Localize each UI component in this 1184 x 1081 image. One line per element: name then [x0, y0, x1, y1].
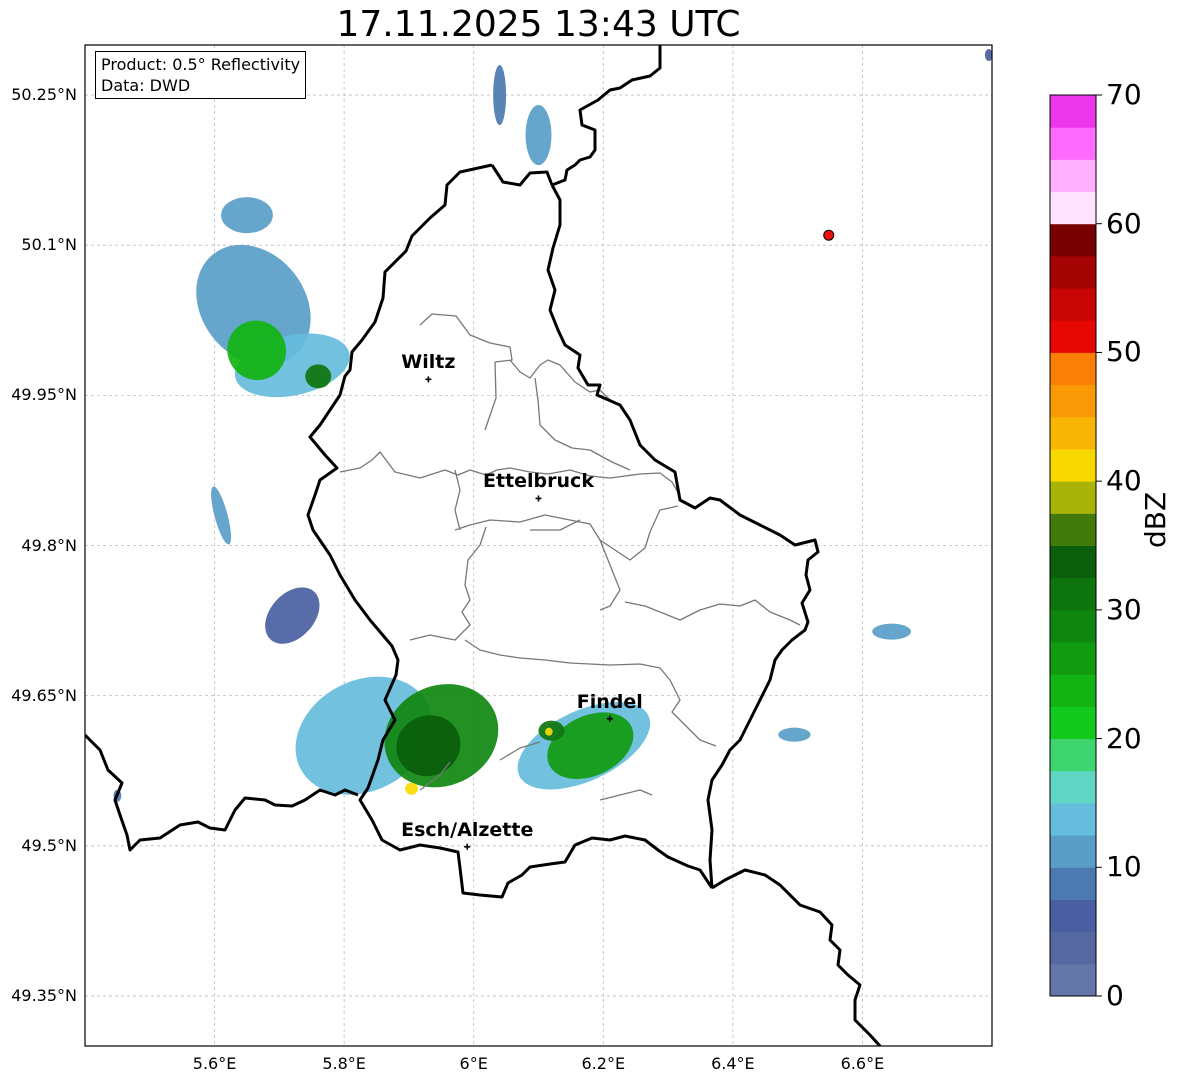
precip-cell [544, 727, 553, 736]
colorbar-segment [1050, 320, 1096, 353]
colorbar-segment [1050, 738, 1096, 772]
colorbar-segment [1050, 288, 1096, 321]
lon-tick-label: 6.6°E [840, 1054, 885, 1073]
city-label: Findel [576, 690, 643, 713]
lat-tick-label: 49.5°N [21, 835, 77, 855]
colorbar-segment [1050, 577, 1096, 611]
graticule [85, 45, 992, 1046]
colorbar-segment [1050, 159, 1096, 193]
precip-cell [211, 486, 232, 545]
colorbar-segment [1050, 770, 1096, 804]
colorbar-segment [1050, 127, 1096, 160]
colorbar-segment [1050, 835, 1096, 868]
country-border-west [85, 163, 714, 899]
lon-tick-label: 6.2°E [581, 1054, 626, 1073]
precip-cell [265, 587, 320, 644]
colorbar-segment [1050, 931, 1096, 965]
lat-tick-label: 50.1°N [21, 235, 77, 255]
colorbar-segment [1050, 416, 1096, 450]
colorbar-segment [1050, 963, 1096, 997]
precip-cell [872, 623, 912, 640]
precip-cell [493, 65, 507, 126]
lon-tick-label: 5.8°E [322, 1054, 366, 1073]
colorbar-segment [1050, 642, 1096, 675]
colorbar-segment [1050, 191, 1096, 225]
colorbar-tick-label: 70 [1106, 78, 1142, 111]
colorbar-segment [1050, 384, 1096, 418]
city-label: Esch/Alzette [401, 818, 534, 841]
colorbar-label: dBZ [1139, 491, 1172, 548]
colorbar-segment [1050, 867, 1096, 900]
colorbar-segment [1050, 899, 1096, 933]
lat-tick-label: 49.65°N [11, 685, 77, 705]
colorbar-segment [1050, 223, 1096, 257]
colorbar-segment [1050, 352, 1096, 386]
colorbar-segment [1050, 609, 1096, 643]
colorbar-segment [1050, 513, 1096, 546]
data-source-label: Data: DWD [101, 76, 191, 95]
colorbar-segment [1050, 448, 1096, 482]
product-info-box: Product: 0.5° Reflectivity Data: DWD [95, 51, 307, 99]
colorbar-segment [1050, 95, 1096, 128]
lat-tick-label: 49.8°N [21, 535, 77, 555]
precip-cell [778, 727, 811, 742]
lon-tick-label: 6.4°E [711, 1054, 755, 1073]
radar-site-marker [823, 229, 835, 241]
city-marker [425, 376, 432, 383]
lat-tick-label: 49.35°N [11, 985, 77, 1005]
colorbar [1049, 94, 1102, 997]
colorbar-segment [1050, 545, 1096, 579]
lat-tick-label: 49.95°N [11, 385, 77, 405]
precip-cell [305, 364, 332, 389]
lon-tick-label: 5.6°E [192, 1054, 237, 1073]
colorbar-segment [1050, 481, 1096, 514]
precip-cell [221, 197, 273, 234]
colorbar-tick-label: 0 [1106, 979, 1124, 1012]
reflectivity-field [113, 49, 992, 802]
colorbar-segment [1050, 802, 1096, 836]
colorbar-segment [1050, 255, 1096, 289]
colorbar-tick-label: 10 [1106, 850, 1142, 884]
colorbar-tick-label: 40 [1106, 464, 1142, 498]
colorbar-segment [1050, 674, 1096, 707]
city-label: Ettelbruck [483, 470, 594, 493]
colorbar-tick-label: 60 [1106, 206, 1142, 240]
product-label: Product: 0.5° Reflectivity [101, 55, 301, 74]
precip-cell [525, 105, 552, 166]
colorbar-segment [1050, 706, 1096, 740]
colorbar-tick-label: 20 [1106, 721, 1142, 755]
city-marker [464, 843, 471, 850]
colorbar-tick-label: 50 [1106, 335, 1142, 369]
lat-tick-label: 50.25°N [11, 85, 77, 105]
precip-cell [405, 782, 418, 795]
city-label: Wiltz [401, 351, 456, 374]
colorbar-tick-label: 30 [1106, 592, 1142, 626]
city-marker [535, 495, 542, 502]
lon-tick-label: 6°E [459, 1054, 488, 1073]
